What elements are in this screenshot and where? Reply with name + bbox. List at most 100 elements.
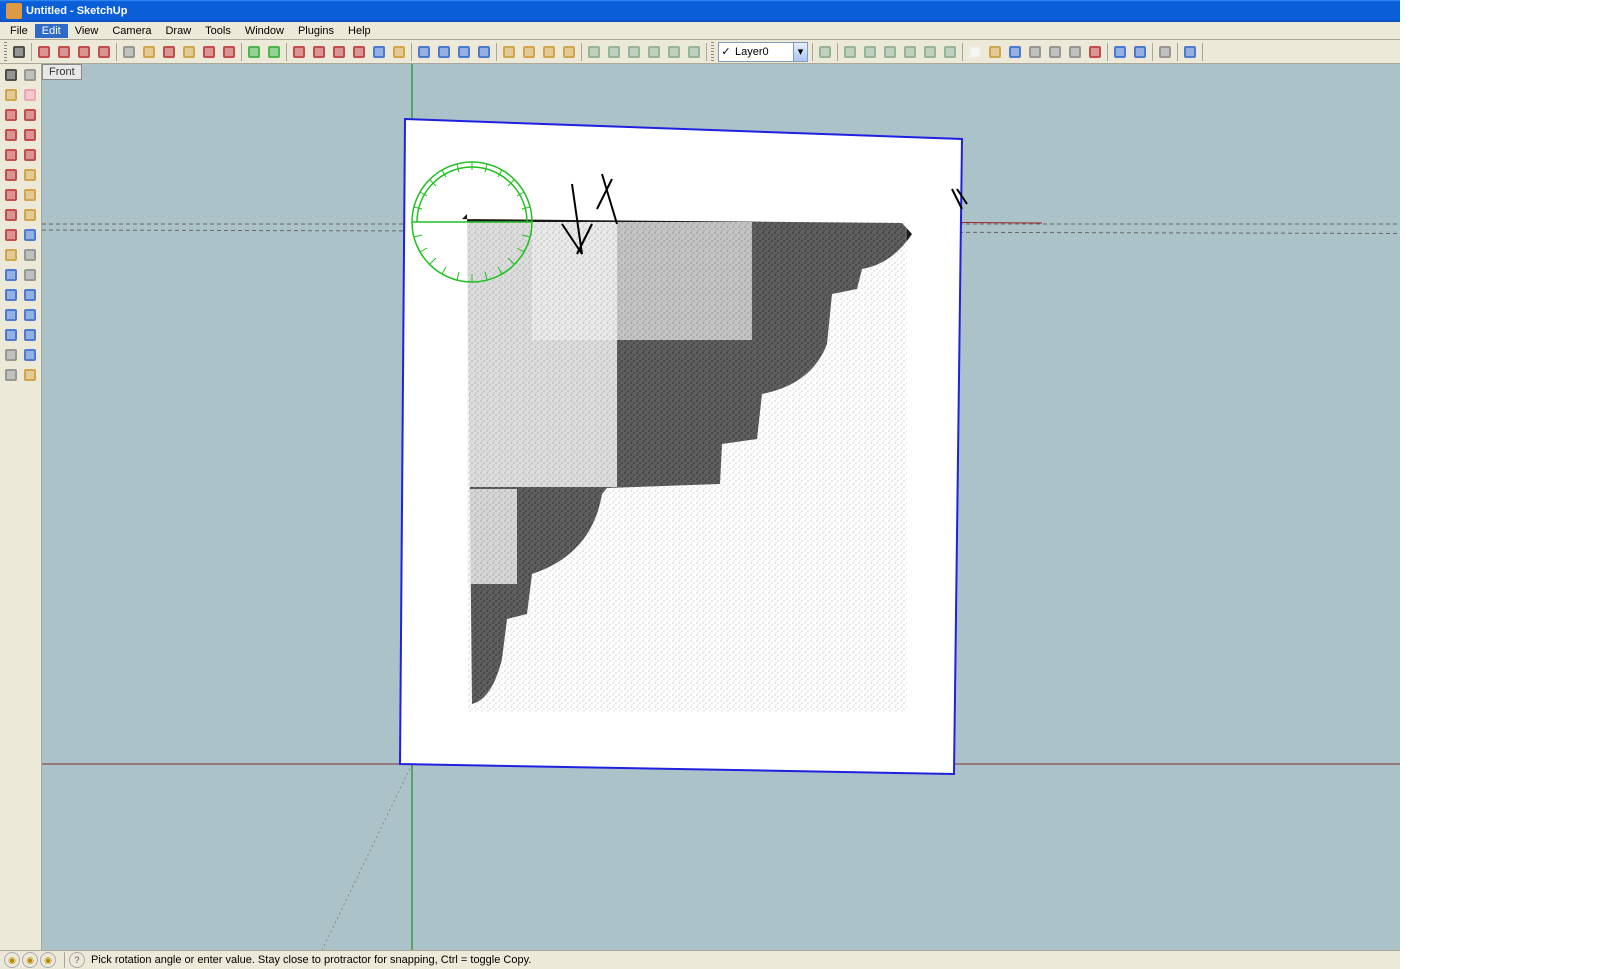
make-component-icon[interactable] (119, 42, 139, 62)
undo-icon[interactable] (244, 42, 264, 62)
select-tool-icon[interactable] (1, 65, 21, 85)
menu-edit[interactable]: Edit (35, 24, 68, 38)
redo-icon[interactable] (264, 42, 284, 62)
menu-camera[interactable]: Camera (105, 24, 158, 38)
layer-selector[interactable]: ✓▾ (718, 42, 808, 62)
redo2-icon[interactable] (1130, 42, 1150, 62)
polygon-tool-icon[interactable] (1, 145, 21, 165)
axes-icon[interactable] (369, 42, 389, 62)
paint-tool-icon[interactable] (1, 85, 21, 105)
walk-tool-icon[interactable] (1, 365, 21, 385)
eraser-tool-icon[interactable] (21, 85, 41, 105)
shaded-textures-icon[interactable] (920, 42, 940, 62)
rotate-tool-icon[interactable] (1, 185, 21, 205)
model-info-icon[interactable] (1180, 42, 1200, 62)
right-icon[interactable] (644, 42, 664, 62)
left-icon[interactable] (684, 42, 704, 62)
undo2-icon[interactable] (1110, 42, 1130, 62)
menu-help[interactable]: Help (341, 24, 378, 38)
offset-icon[interactable] (139, 42, 159, 62)
toolbar-grip[interactable] (4, 42, 7, 62)
layer-name-input[interactable] (733, 46, 793, 58)
scale-icon[interactable] (219, 42, 239, 62)
freehand-tool-icon[interactable] (21, 145, 41, 165)
menu-file[interactable]: File (3, 24, 35, 38)
menu-tools[interactable]: Tools (198, 24, 238, 38)
3dtext-tool-icon[interactable] (21, 265, 41, 285)
arc-icon[interactable] (94, 42, 114, 62)
rectangle-tool-icon[interactable] (1, 105, 21, 125)
select-icon[interactable] (9, 42, 29, 62)
front-face-icon[interactable] (539, 42, 559, 62)
viewport[interactable]: Front (42, 64, 1600, 950)
shaded-icon[interactable] (900, 42, 920, 62)
pan-tool-icon[interactable] (21, 285, 41, 305)
offset-tool-icon[interactable] (21, 205, 41, 225)
rectangle-icon[interactable] (54, 42, 74, 62)
line-tool-icon[interactable] (21, 105, 41, 125)
front-icon[interactable] (624, 42, 644, 62)
arc-tool-icon[interactable] (21, 125, 41, 145)
pushpull-icon[interactable] (179, 42, 199, 62)
axes-tool-icon[interactable] (1, 265, 21, 285)
zoom-tool-icon[interactable] (1, 305, 21, 325)
layer-visible-check[interactable]: ✓ (719, 45, 733, 58)
scale-tool-icon[interactable] (1, 205, 21, 225)
cut-icon[interactable] (1025, 42, 1045, 62)
delete-icon[interactable] (1085, 42, 1105, 62)
zoom-icon[interactable] (454, 42, 474, 62)
section-icon[interactable] (389, 42, 409, 62)
next-tool-icon[interactable] (21, 325, 41, 345)
xray-icon[interactable] (840, 42, 860, 62)
open-icon[interactable] (985, 42, 1005, 62)
copy-icon[interactable] (1045, 42, 1065, 62)
lookaround-tool-icon[interactable] (21, 345, 41, 365)
section-tool-icon[interactable] (21, 365, 41, 385)
tape-icon[interactable] (289, 42, 309, 62)
tape-tool-icon[interactable] (1, 225, 21, 245)
zoomwindow-tool-icon[interactable] (21, 305, 41, 325)
menu-plugins[interactable]: Plugins (291, 24, 341, 38)
text-icon[interactable] (349, 42, 369, 62)
back-icon[interactable] (664, 42, 684, 62)
drawing-canvas[interactable] (42, 64, 1600, 950)
hidden-line-icon[interactable] (880, 42, 900, 62)
paint-icon[interactable] (519, 42, 539, 62)
rotate-icon[interactable] (199, 42, 219, 62)
add-face-icon[interactable] (499, 42, 519, 62)
save-icon[interactable] (1005, 42, 1025, 62)
print-icon[interactable] (1155, 42, 1175, 62)
geolocation-icon[interactable]: ◉ (4, 952, 20, 968)
help-icon[interactable]: ? (69, 952, 85, 968)
menu-draw[interactable]: Draw (158, 24, 198, 38)
move-icon[interactable] (159, 42, 179, 62)
top-icon[interactable] (604, 42, 624, 62)
circle-icon[interactable] (74, 42, 94, 62)
orbit-tool-icon[interactable] (1, 285, 21, 305)
menu-window[interactable]: Window (238, 24, 291, 38)
paste-icon[interactable] (1065, 42, 1085, 62)
zoom-extents-icon[interactable] (474, 42, 494, 62)
iso-icon[interactable] (584, 42, 604, 62)
monochrome-icon[interactable] (940, 42, 960, 62)
position-camera-tool-icon[interactable] (1, 345, 21, 365)
pan-icon[interactable] (434, 42, 454, 62)
followme-tool-icon[interactable] (21, 185, 41, 205)
layer-manager-icon[interactable] (815, 42, 835, 62)
line-icon[interactable] (34, 42, 54, 62)
move-tool-icon[interactable] (1, 165, 21, 185)
orbit-icon[interactable] (414, 42, 434, 62)
new-icon[interactable] (965, 42, 985, 62)
toolbar-grip[interactable] (711, 42, 714, 62)
back-face-icon[interactable] (559, 42, 579, 62)
component-tool-icon[interactable] (21, 65, 41, 85)
dimension-tool-icon[interactable] (21, 225, 41, 245)
previous-tool-icon[interactable] (1, 325, 21, 345)
circle-tool-icon[interactable] (1, 125, 21, 145)
pushpull-tool-icon[interactable] (21, 165, 41, 185)
protractor-tool-icon[interactable] (1, 245, 21, 265)
menu-view[interactable]: View (68, 24, 106, 38)
wireframe-icon[interactable] (860, 42, 880, 62)
layer-dropdown-icon[interactable]: ▾ (793, 43, 807, 61)
protractor-icon[interactable] (329, 42, 349, 62)
